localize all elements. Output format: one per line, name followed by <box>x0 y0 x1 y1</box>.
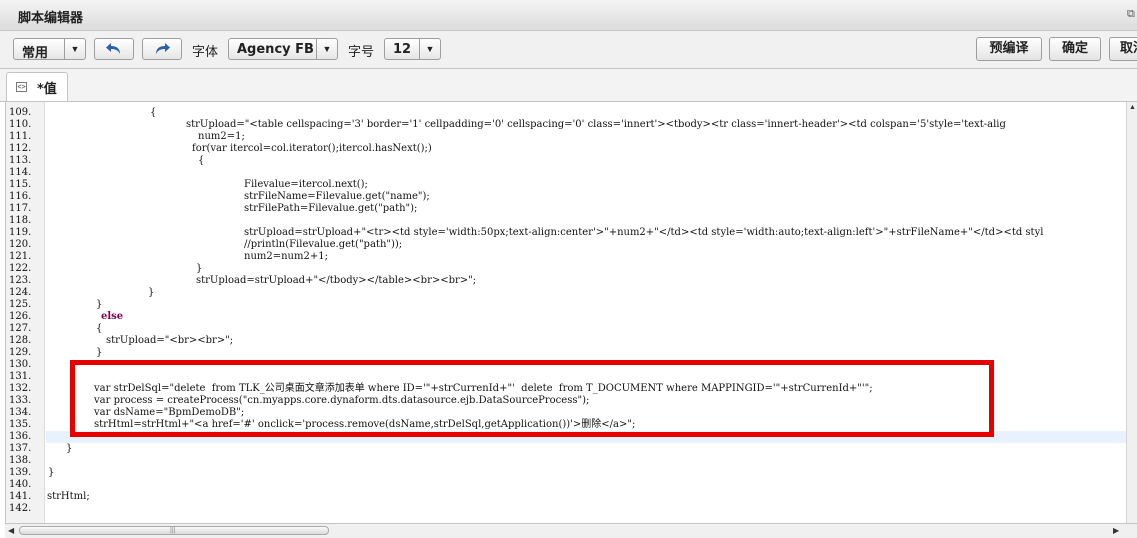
code-line: num2=num2+1; <box>244 251 328 262</box>
line-number: 110. <box>9 119 32 130</box>
code-line: } <box>66 443 73 454</box>
cancel-button[interactable]: 取消 <box>1109 37 1137 61</box>
code-line: } <box>48 467 55 478</box>
code-line: strFileName=Filevalue.get("name"); <box>244 191 430 202</box>
line-number: 129. <box>9 347 32 358</box>
window-title: 脚本编辑器 <box>18 11 84 26</box>
line-number: 139. <box>9 467 32 478</box>
precompile-button[interactable]: 预编译 <box>976 37 1042 61</box>
line-number: 118. <box>9 215 32 226</box>
chevron-down-icon[interactable]: ▼ <box>64 39 85 59</box>
undo-icon <box>106 43 120 54</box>
line-number: 140. <box>9 479 32 490</box>
code-line: num2=1; <box>198 131 245 142</box>
line-number: 116. <box>9 191 32 202</box>
toolbar: 常用 ▼ 字体 Agency FB ▼ 字号 12 ▼ 预编译 确定 取消 <box>0 31 1137 69</box>
code-line: } <box>196 263 203 274</box>
maximize-icon[interactable]: ⧉ <box>1127 8 1137 20</box>
line-number: 121. <box>9 251 32 262</box>
size-select[interactable]: 12 ▼ <box>384 38 441 60</box>
line-number: 130. <box>9 359 32 370</box>
line-number: 126. <box>9 311 32 322</box>
red-highlight-box <box>70 360 994 437</box>
font-select[interactable]: Agency FB ▼ <box>228 38 338 60</box>
line-number: 134. <box>9 407 32 418</box>
line-number: 125. <box>9 299 32 310</box>
line-number: 138. <box>9 455 32 466</box>
code-line: strFilePath=Filevalue.get("path"); <box>244 203 418 214</box>
line-number: 117. <box>9 203 32 214</box>
scroll-up-icon[interactable]: ▲ <box>1127 104 1137 111</box>
line-number: 114. <box>9 167 32 178</box>
line-number: 113. <box>9 155 32 166</box>
line-number: 109. <box>9 107 32 118</box>
code-line: for(var itercol=col.iterator();itercol.h… <box>192 143 432 154</box>
chevron-down-icon[interactable]: ▼ <box>419 39 440 59</box>
code-line: { <box>198 155 205 166</box>
code-line: strUpload=strUpload+"</tbody></table><br… <box>196 275 477 286</box>
line-number: 128. <box>9 335 32 346</box>
font-select-value: Agency FB <box>237 42 314 57</box>
redo-icon <box>156 43 170 54</box>
line-number-gutter: 109. 110. 111. 112. 113. 114. 115. 116. … <box>6 102 45 523</box>
line-number: 133. <box>9 395 32 406</box>
line-number: 120. <box>9 239 32 250</box>
tab-label: *值 <box>37 82 57 97</box>
code-line: } <box>96 299 103 310</box>
code-icon: <> <box>16 82 27 92</box>
vertical-scrollbar[interactable]: ▲ <box>1126 102 1137 523</box>
line-number: 142. <box>9 503 32 514</box>
line-number: 132. <box>9 383 32 394</box>
code-line: { <box>150 107 157 118</box>
line-number: 135. <box>9 419 32 430</box>
code-line: Filevalue=itercol.next(); <box>244 179 368 190</box>
tab-value[interactable]: <> *值 <box>6 72 68 101</box>
style-select-value: 常用 <box>22 46 49 61</box>
line-number: 141. <box>9 491 32 502</box>
line-number: 111. <box>9 131 32 142</box>
line-number: 119. <box>9 227 32 238</box>
code-area[interactable]: { strUpload="<table cellspacing='3' bord… <box>46 102 1128 523</box>
font-label: 字体 <box>192 45 219 60</box>
redo-button[interactable] <box>142 38 182 60</box>
code-line: { <box>96 323 103 334</box>
tab-strip: <> *值 <box>0 69 1137 102</box>
grip-icon: ||| <box>170 527 176 534</box>
line-number: 122. <box>9 263 32 274</box>
line-number: 136. <box>9 431 32 442</box>
code-line: } <box>96 347 103 358</box>
line-number: 137. <box>9 443 32 454</box>
code-line: strHtml; <box>47 491 90 502</box>
code-line: else <box>101 311 124 322</box>
line-number: 127. <box>9 323 32 334</box>
horizontal-scrollbar[interactable]: ◀ ||| ▶ <box>5 523 1137 538</box>
size-label: 字号 <box>348 45 375 60</box>
size-select-value: 12 <box>393 42 412 57</box>
line-number: 124. <box>9 287 32 298</box>
horizontal-scroll-thumb[interactable]: ||| <box>19 526 329 535</box>
code-line: } <box>148 287 155 298</box>
scroll-right-icon[interactable]: ▶ <box>1113 526 1119 535</box>
style-select[interactable]: 常用 ▼ <box>13 38 86 61</box>
code-line: //println(Filevalue.get("path")); <box>244 239 403 250</box>
undo-button[interactable] <box>94 38 134 60</box>
code-editor[interactable]: 109. 110. 111. 112. 113. 114. 115. 116. … <box>5 102 1137 523</box>
ok-button[interactable]: 确定 <box>1049 37 1101 61</box>
title-bar: 脚本编辑器 ⧉ <box>0 0 1137 31</box>
code-line: strUpload="<br><br>"; <box>106 335 234 346</box>
code-line: strUpload="<table cellspacing='3' border… <box>186 119 1006 130</box>
line-number: 112. <box>9 143 32 154</box>
scroll-left-icon[interactable]: ◀ <box>8 526 14 535</box>
code-line: strUpload=strUpload+"<tr><td style='widt… <box>244 227 1044 238</box>
line-number: 123. <box>9 275 32 286</box>
line-number: 131. <box>9 371 32 382</box>
line-number: 115. <box>9 179 32 190</box>
chevron-down-icon[interactable]: ▼ <box>316 39 337 59</box>
